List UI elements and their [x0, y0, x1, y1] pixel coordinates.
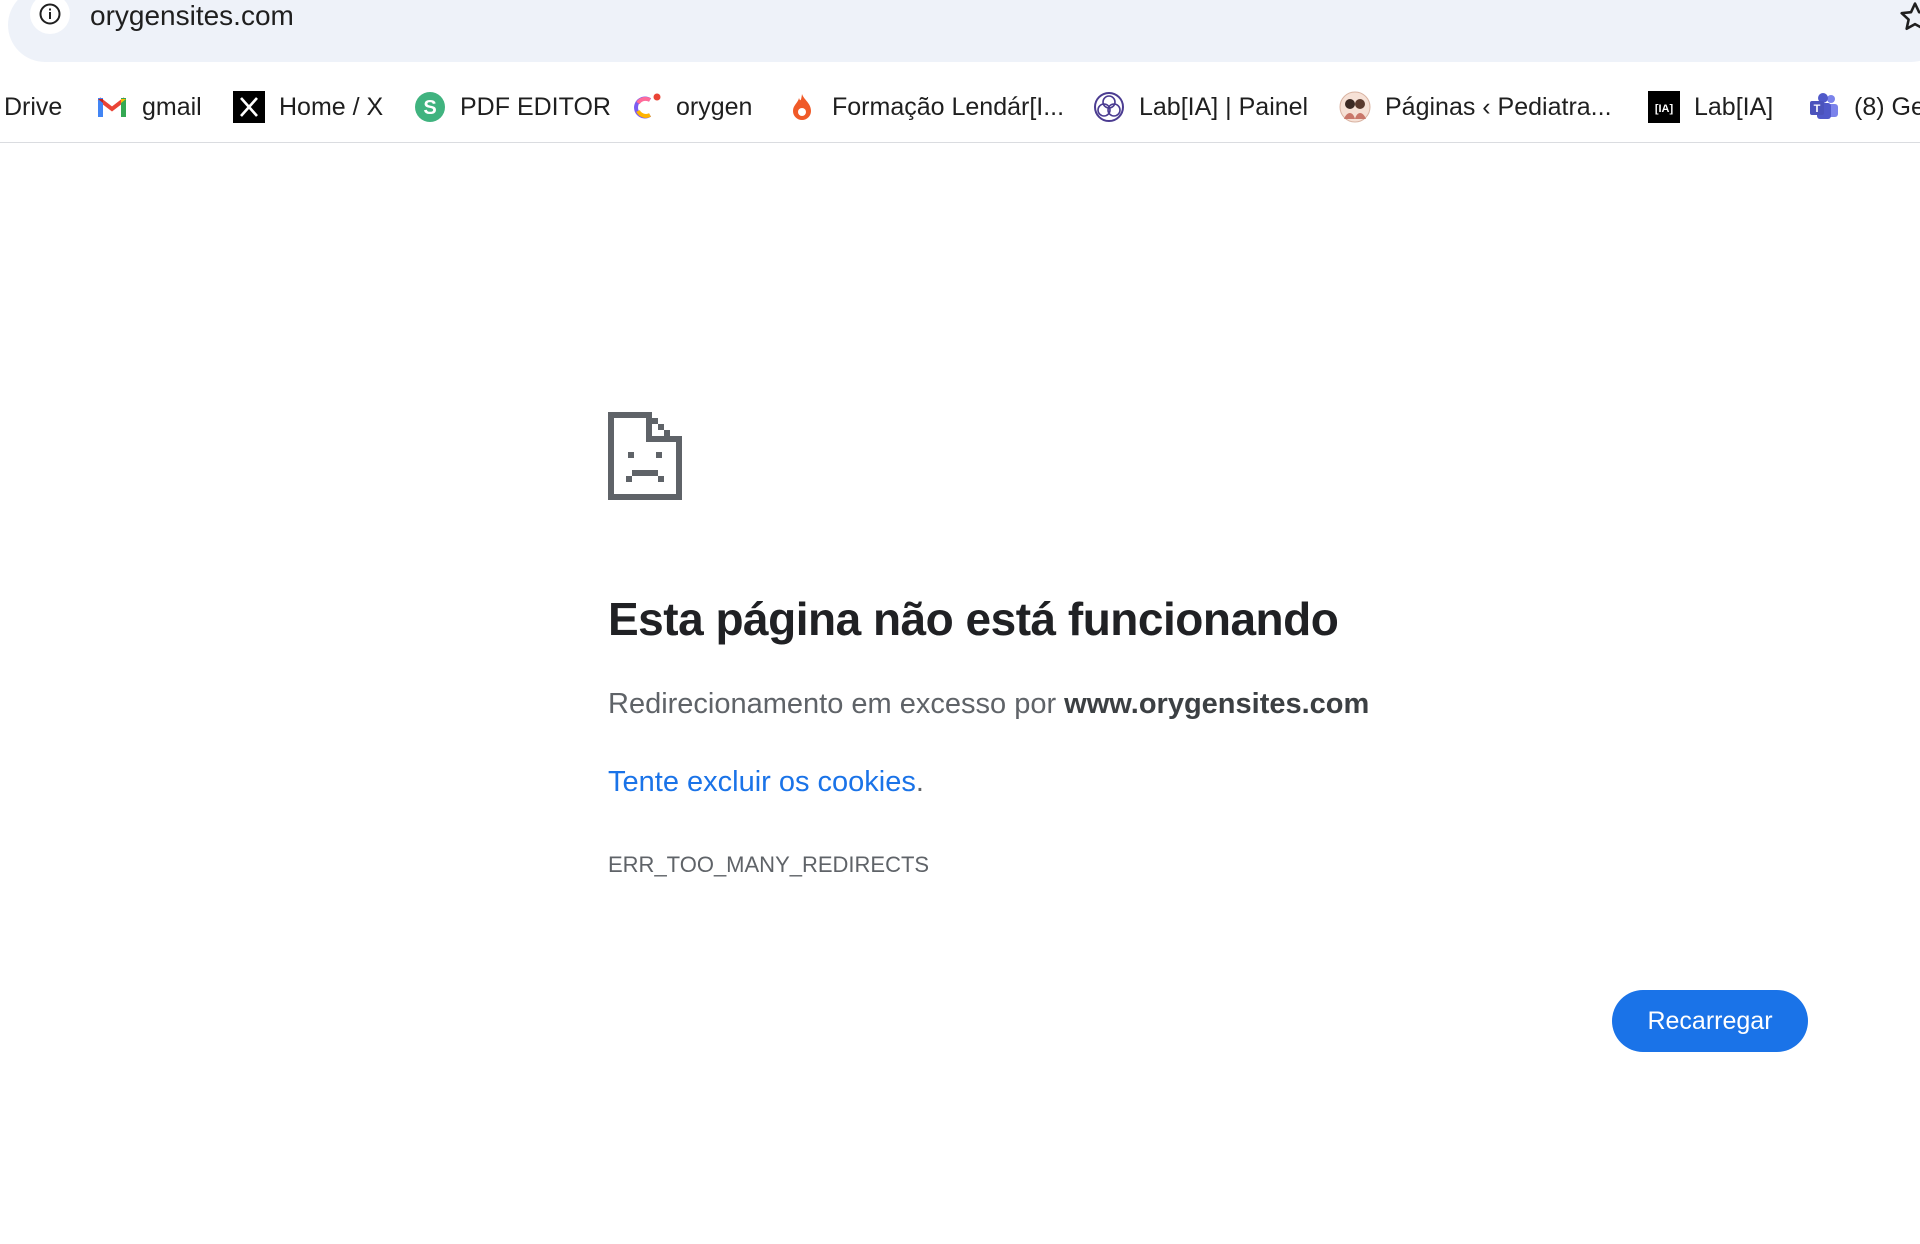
- bookmark-gmail[interactable]: gmail: [96, 84, 202, 130]
- description-prefix: Redirecionamento em excesso por: [608, 688, 1065, 720]
- reload-button[interactable]: Recarregar: [1612, 990, 1808, 1052]
- info-icon: [39, 3, 61, 25]
- bookmarks-bar: Drive gmail Home / X S PDF EDITOR orygen…: [0, 74, 1920, 143]
- flame-icon: [786, 91, 818, 123]
- gmail-icon: [96, 91, 128, 123]
- bookmark-drive[interactable]: Drive: [4, 84, 62, 130]
- url-text[interactable]: orygensites.com: [90, 0, 294, 34]
- bookmark-lab-ia[interactable]: [IA] Lab[IA]: [1648, 84, 1773, 130]
- error-code: ERR_TOO_MANY_REDIRECTS: [608, 852, 930, 877]
- bookmark-star-icon[interactable]: [1898, 0, 1920, 34]
- bookmark-pdf-editor[interactable]: S PDF EDITOR: [414, 84, 611, 130]
- x-logo-icon: [233, 91, 265, 123]
- bookmark-home-x[interactable]: Home / X: [233, 84, 383, 130]
- svg-text:T: T: [1814, 103, 1821, 115]
- site-info-button[interactable]: [30, 0, 70, 34]
- svg-text:[IA]: [IA]: [1655, 103, 1674, 115]
- description-host: www.orygensites.com: [1064, 688, 1370, 720]
- bookmark-orygen[interactable]: orygen: [630, 84, 752, 130]
- bookmark-lab-ia-painel[interactable]: Lab[IA] | Painel: [1093, 84, 1308, 130]
- error-title: Esta página não está funcionando: [608, 593, 1339, 645]
- lab-ia-painel-icon: [1093, 91, 1125, 123]
- avatar-icon: [1339, 91, 1371, 123]
- teams-icon: T: [1808, 91, 1840, 123]
- error-suggestion: Tente excluir os cookies.: [608, 766, 924, 799]
- bookmark-teams[interactable]: T (8) Ge: [1808, 84, 1920, 130]
- orygen-icon: [630, 91, 662, 123]
- lab-ia-icon: [IA]: [1648, 91, 1680, 123]
- suggestion-suffix: .: [915, 766, 924, 798]
- clear-cookies-link[interactable]: Tente excluir os cookies: [608, 766, 916, 798]
- svg-text:S: S: [423, 97, 436, 119]
- address-bar[interactable]: orygensites.com: [8, 0, 1920, 62]
- sad-page-icon: [608, 412, 682, 500]
- bookmark-paginas-pediatra[interactable]: Páginas ‹ Pediatra...: [1339, 84, 1612, 130]
- pdf-editor-icon: S: [414, 91, 446, 123]
- bookmark-formacao[interactable]: Formação Lendár[I...: [786, 84, 1064, 130]
- error-description: Redirecionamento em excesso por www.oryg…: [608, 688, 1369, 721]
